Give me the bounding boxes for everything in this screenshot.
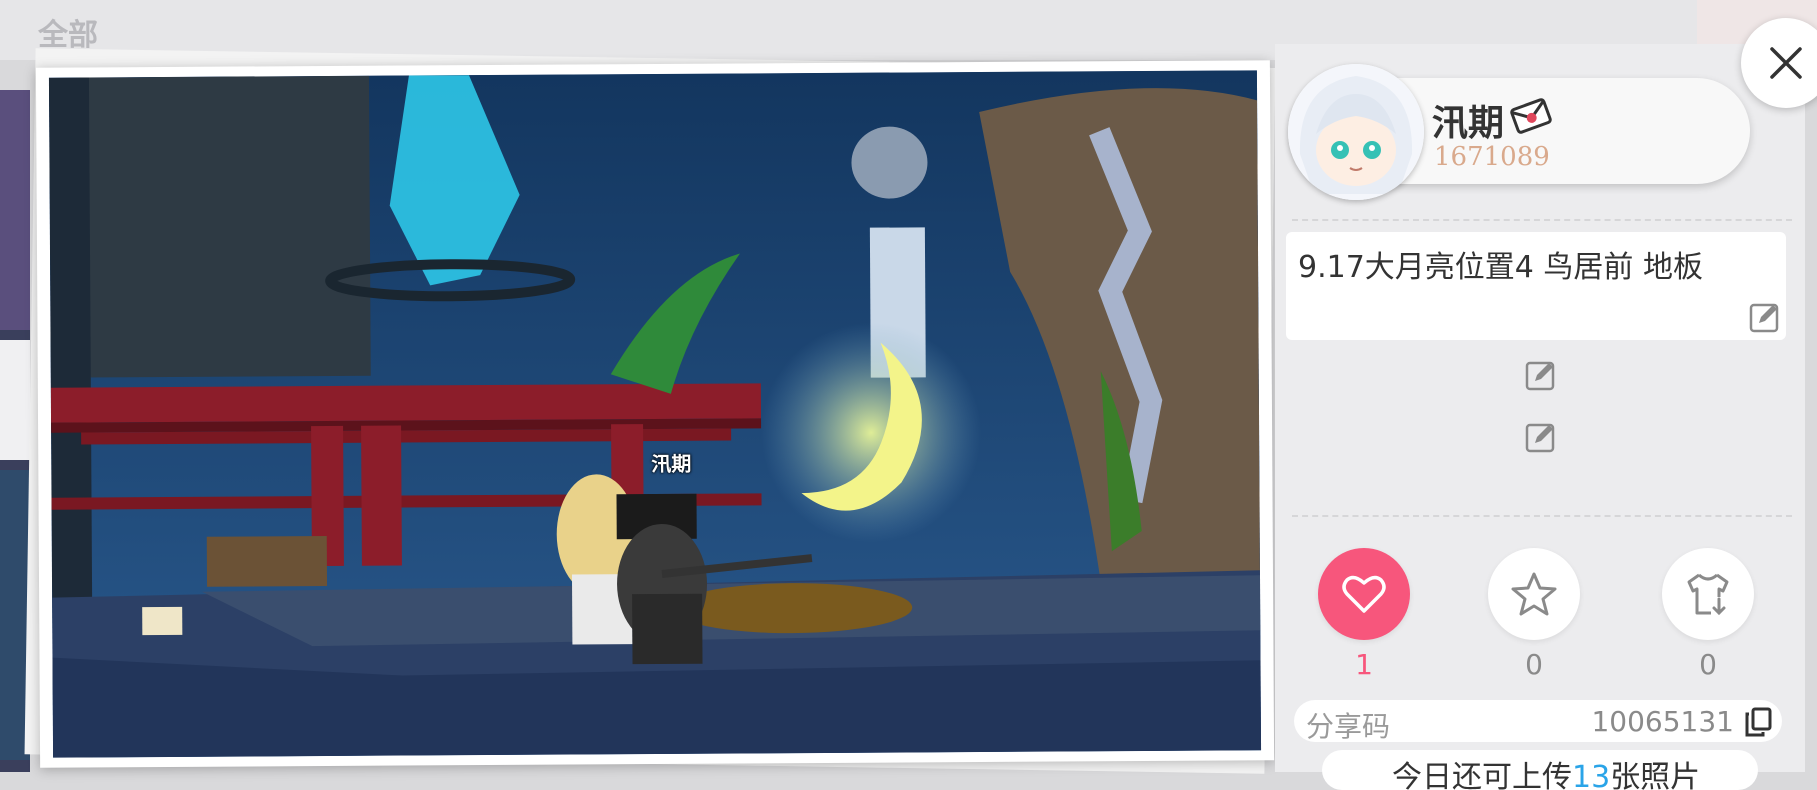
shirt-download-icon [1687,573,1729,616]
user-id: 1671089 [1434,142,1550,172]
edit-caption-icon[interactable] [1748,300,1782,334]
favorite-button[interactable] [1488,548,1580,640]
like-button[interactable] [1318,548,1410,640]
photo-caption: 9.17大月亮位置4 鸟居前 地板 [1298,250,1703,285]
game-screenshot[interactable]: 汛期 [48,70,1262,758]
photo-card: 汛期 [35,60,1275,768]
divider [1292,515,1792,517]
favorite-count: 0 [1525,648,1543,681]
upload-hint: 今日还可上传13张照片 [1322,750,1758,790]
player-name-tag: 汛期 [651,451,692,477]
envelope-badge-icon [1510,96,1552,140]
user-name: 汛期 [1432,102,1505,144]
caption-box[interactable]: 9.17大月亮位置4 鸟居前 地板 [1286,232,1786,340]
share-code-bar: 分享码 10065131 [1294,700,1782,743]
upload-remaining-count: 13 [1572,760,1611,790]
like-count: 1 [1355,648,1373,681]
upload-hint-text: 今日还可上传13张照片 [1392,752,1700,790]
try-on-button[interactable] [1662,548,1754,640]
background-tab-all[interactable]: 全部 [38,10,98,54]
edit-location-icon[interactable] [1524,420,1558,454]
star-icon [1511,572,1557,616]
copy-icon[interactable] [1744,707,1772,741]
close-icon [1770,47,1802,79]
share-code-label: 分享码 [1306,710,1391,743]
edit-tag-icon[interactable] [1524,358,1558,392]
try-on-count: 0 [1699,648,1717,681]
divider [1292,219,1792,221]
avatar[interactable] [1288,64,1424,200]
share-code-value: 10065131 [1591,705,1734,738]
heart-icon [1342,575,1386,613]
